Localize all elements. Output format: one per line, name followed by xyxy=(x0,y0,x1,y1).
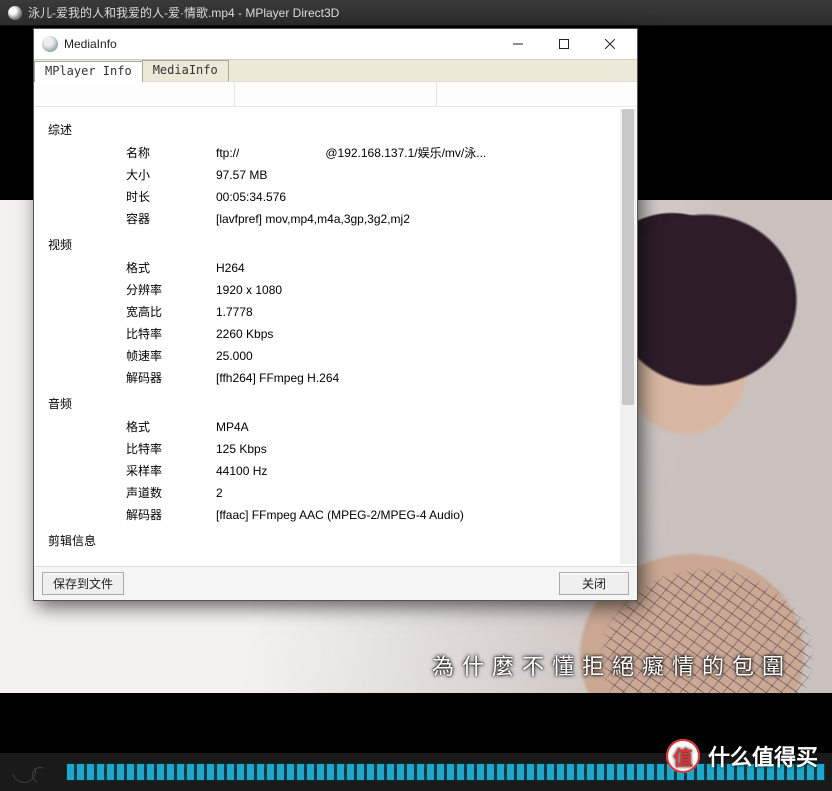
label: 宽高比 xyxy=(48,301,216,323)
dialog-close-button[interactable]: 关闭 xyxy=(559,572,629,595)
value: MP4A xyxy=(216,416,623,438)
section-audio-heading: 音频 xyxy=(48,395,623,412)
row-name: 名称 ftp:// @192.168.137.1/娱乐/mv/泳... xyxy=(48,142,623,164)
scrollbar[interactable] xyxy=(620,109,636,564)
watermark-text: 什么值得买 xyxy=(708,740,818,772)
scrollbar-thumb[interactable] xyxy=(622,109,634,405)
toolbar-slot-2[interactable] xyxy=(235,82,436,106)
label: 帧速率 xyxy=(48,345,216,367)
value: 2 xyxy=(216,482,623,504)
minimize-button[interactable] xyxy=(495,30,541,58)
value: 125 Kbps xyxy=(216,438,623,460)
value: [ffaac] FFmpeg AAC (MPEG-2/MPEG-4 Audio) xyxy=(216,504,623,526)
label: 大小 xyxy=(48,164,216,186)
row-video-bitrate: 比特率2260 Kbps xyxy=(48,323,623,345)
row-video-format: 格式H264 xyxy=(48,257,623,279)
label: 格式 xyxy=(48,257,216,279)
label: 名称 xyxy=(48,142,216,164)
value: 1.7778 xyxy=(216,301,623,323)
row-container: 容器[lavfpref] mov,mp4,m4a,3gp,3g2,mj2 xyxy=(48,208,623,230)
row-video-aspect: 宽高比1.7778 xyxy=(48,301,623,323)
maximize-icon xyxy=(559,39,569,49)
tab-mplayer-info[interactable]: MPlayer Info xyxy=(34,61,143,82)
label: 时长 xyxy=(48,186,216,208)
row-duration: 时长00:05:34.576 xyxy=(48,186,623,208)
value: 44100 Hz xyxy=(216,460,623,482)
value: 2260 Kbps xyxy=(216,323,623,345)
section-clip-heading: 剪辑信息 xyxy=(48,532,623,549)
value: [lavfpref] mov,mp4,m4a,3gp,3g2,mj2 xyxy=(216,208,623,230)
maximize-button[interactable] xyxy=(541,30,587,58)
mediainfo-dialog: MediaInfo MPlayer Info MediaInfo 综述 名称 f… xyxy=(33,28,638,601)
dialog-title: MediaInfo xyxy=(64,37,117,51)
tab-mediainfo[interactable]: MediaInfo xyxy=(142,60,229,81)
section-video-heading: 视频 xyxy=(48,236,623,253)
value: 1920 x 1080 xyxy=(216,279,623,301)
subtitle-line: 為什麼不懂拒絕癡情的包圍 xyxy=(0,649,832,681)
label: 解码器 xyxy=(48,367,216,389)
value: 25.000 xyxy=(216,345,623,367)
watermark: 值 什么值得买 xyxy=(666,739,818,773)
save-to-file-button[interactable]: 保存到文件 xyxy=(42,572,124,595)
value: 00:05:34.576 xyxy=(216,186,623,208)
row-video-res: 分辨率1920 x 1080 xyxy=(48,279,623,301)
row-audio-sample: 采样率44100 Hz xyxy=(48,460,623,482)
label: 比特率 xyxy=(48,438,216,460)
close-icon xyxy=(605,39,615,49)
label: 格式 xyxy=(48,416,216,438)
redacted-credentials xyxy=(239,147,325,160)
dialog-body[interactable]: 综述 名称 ftp:// @192.168.137.1/娱乐/mv/泳... 大小… xyxy=(34,107,637,566)
value: ftp:// @192.168.137.1/娱乐/mv/泳... xyxy=(216,142,623,164)
close-button[interactable] xyxy=(587,30,633,58)
row-audio-bitrate: 比特率125 Kbps xyxy=(48,438,623,460)
row-audio-format: 格式MP4A xyxy=(48,416,623,438)
player-titlebar[interactable]: 泳儿-爱我的人和我爱的人-爱·情歌.mp4 - MPlayer Direct3D xyxy=(0,0,832,26)
label: 采样率 xyxy=(48,460,216,482)
row-audio-decoder: 解码器[ffaac] FFmpeg AAC (MPEG-2/MPEG-4 Aud… xyxy=(48,504,623,526)
toolbar-slot-3[interactable] xyxy=(437,82,637,106)
decorative-flourish-icon xyxy=(6,757,66,787)
minimize-icon xyxy=(513,39,523,49)
label: 分辨率 xyxy=(48,279,216,301)
dialog-app-icon xyxy=(42,36,58,52)
dialog-toolbar xyxy=(34,81,637,107)
label: 容器 xyxy=(48,208,216,230)
dialog-titlebar[interactable]: MediaInfo xyxy=(34,29,637,59)
row-audio-channels: 声道数2 xyxy=(48,482,623,504)
label: 解码器 xyxy=(48,504,216,526)
value: H264 xyxy=(216,257,623,279)
row-video-fps: 帧速率25.000 xyxy=(48,345,623,367)
value-pre: ftp:// xyxy=(216,146,239,160)
toolbar-slot-1[interactable] xyxy=(34,82,235,106)
dialog-tabs: MPlayer Info MediaInfo xyxy=(34,59,637,81)
watermark-badge-icon: 值 xyxy=(666,739,700,773)
section-overview-heading: 综述 xyxy=(48,121,623,138)
value-post: @192.168.137.1/娱乐/mv/泳... xyxy=(325,146,486,160)
player-title: 泳儿-爱我的人和我爱的人-爱·情歌.mp4 - MPlayer Direct3D xyxy=(28,4,339,21)
value: 97.57 MB xyxy=(216,164,623,186)
label: 声道数 xyxy=(48,482,216,504)
app-icon xyxy=(8,6,22,20)
dialog-footer: 保存到文件 关闭 xyxy=(34,566,637,600)
label: 比特率 xyxy=(48,323,216,345)
value: [ffh264] FFmpeg H.264 xyxy=(216,367,623,389)
row-video-decoder: 解码器[ffh264] FFmpeg H.264 xyxy=(48,367,623,389)
row-size: 大小97.57 MB xyxy=(48,164,623,186)
